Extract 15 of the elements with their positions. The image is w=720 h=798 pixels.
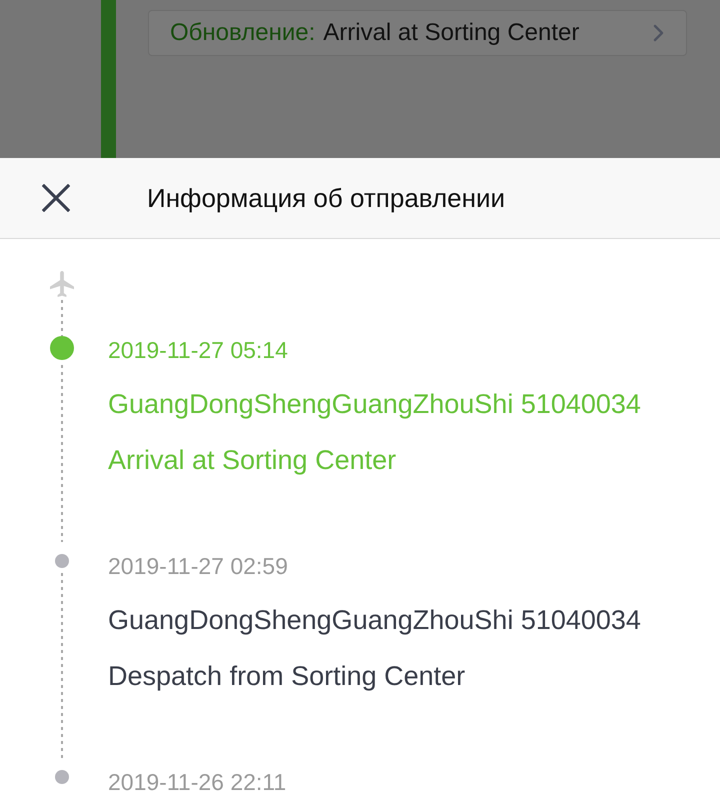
event-time: 2019-11-27 05:14 (108, 336, 289, 364)
chevron-right-icon (653, 24, 664, 42)
event-location: GuangDongShengGuangZhouShi 51040034 (108, 388, 641, 420)
close-icon (42, 184, 70, 212)
event-time: 2019-11-26 22:11 (108, 768, 286, 796)
update-card[interactable]: Обновление: Arrival at Sorting Center (148, 10, 687, 56)
event-location: GuangDongShengGuangZhouShi 51040034 (108, 604, 641, 636)
event-status: Despatch from Sorting Center (108, 660, 466, 692)
update-status: Arrival at Sorting Center (323, 19, 580, 47)
event-status: Arrival at Sorting Center (108, 444, 398, 476)
update-label: Обновление: (170, 19, 316, 47)
timeline-connector (61, 300, 63, 336)
airplane-icon (50, 271, 74, 297)
event-time: 2019-11-27 02:59 (108, 552, 289, 580)
sheet-title: Информация об отправлении (147, 182, 506, 214)
